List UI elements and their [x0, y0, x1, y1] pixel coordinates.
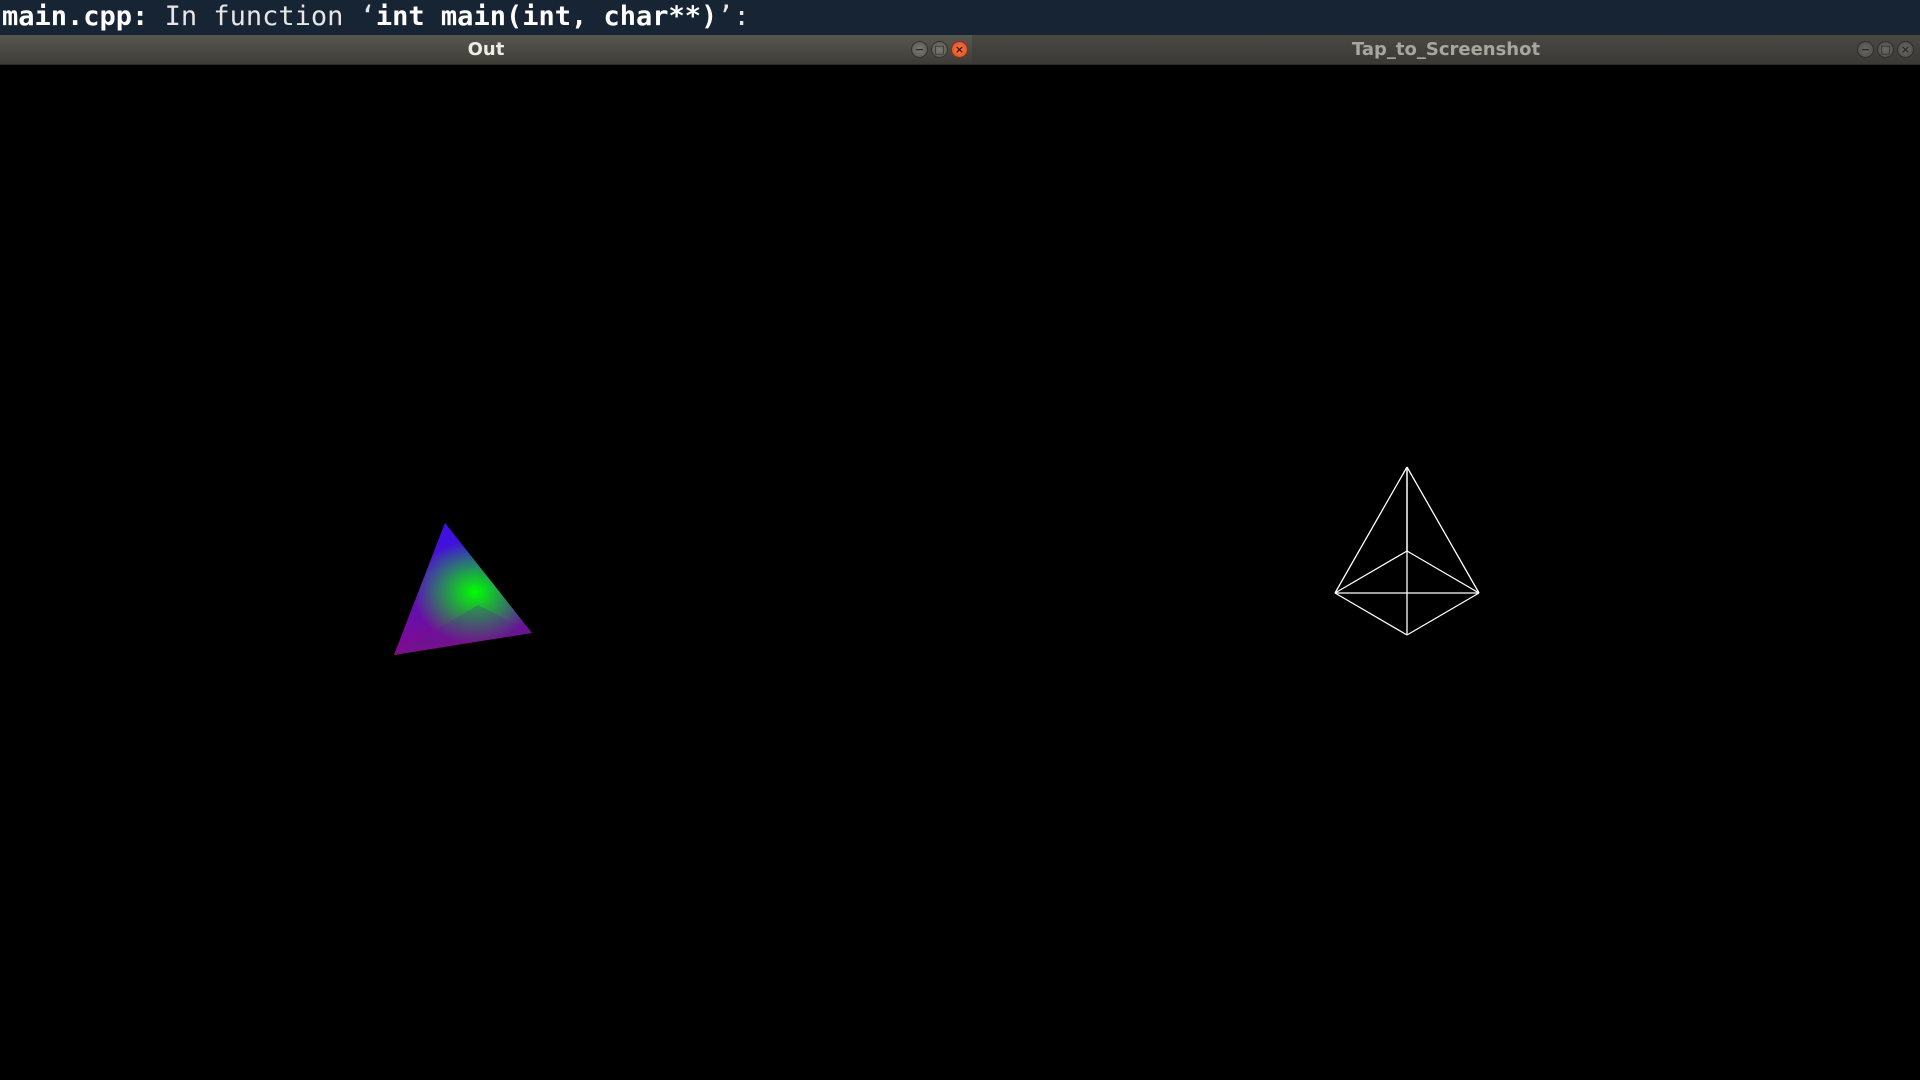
maximize-icon[interactable]: □ [931, 41, 948, 58]
opengl-canvas-tap[interactable] [972, 65, 1920, 1080]
minimize-icon[interactable]: − [1857, 41, 1874, 58]
close-icon[interactable]: × [951, 41, 968, 58]
window-title-out: Out [467, 39, 505, 60]
terminal-function-signature: int main(int, char**) [375, 1, 718, 32]
shaded-tetrahedron [394, 523, 532, 655]
close-icon[interactable]: × [1897, 41, 1914, 58]
window-out[interactable]: Out − □ × [0, 35, 972, 1080]
tetrahedron-faces [394, 523, 532, 655]
minimize-icon[interactable]: − [911, 41, 928, 58]
wireframe-edges [1334, 466, 1480, 636]
window-title-tap: Tap_to_Screenshot [1351, 39, 1541, 60]
wireframe-tetrahedron [1334, 466, 1480, 636]
window-titlebar-out[interactable]: Out − □ × [0, 35, 972, 65]
window-tap-to-screenshot[interactable]: Tap_to_Screenshot − □ × [972, 35, 1920, 1080]
opengl-canvas-out[interactable] [0, 65, 972, 1080]
terminal-open-quote: ‘ [359, 1, 376, 32]
terminal-output-line: main.cpp: In function ‘int main(int, cha… [0, 0, 1920, 35]
window-controls-tap: − □ × [1857, 41, 1914, 58]
window-controls-out: − □ × [911, 41, 968, 58]
terminal-close-quote: ’: [717, 1, 750, 32]
window-titlebar-tap[interactable]: Tap_to_Screenshot − □ × [972, 35, 1920, 65]
maximize-icon[interactable]: □ [1877, 41, 1894, 58]
terminal-message: In function [148, 1, 360, 32]
terminal-filename: main.cpp: [2, 1, 149, 32]
